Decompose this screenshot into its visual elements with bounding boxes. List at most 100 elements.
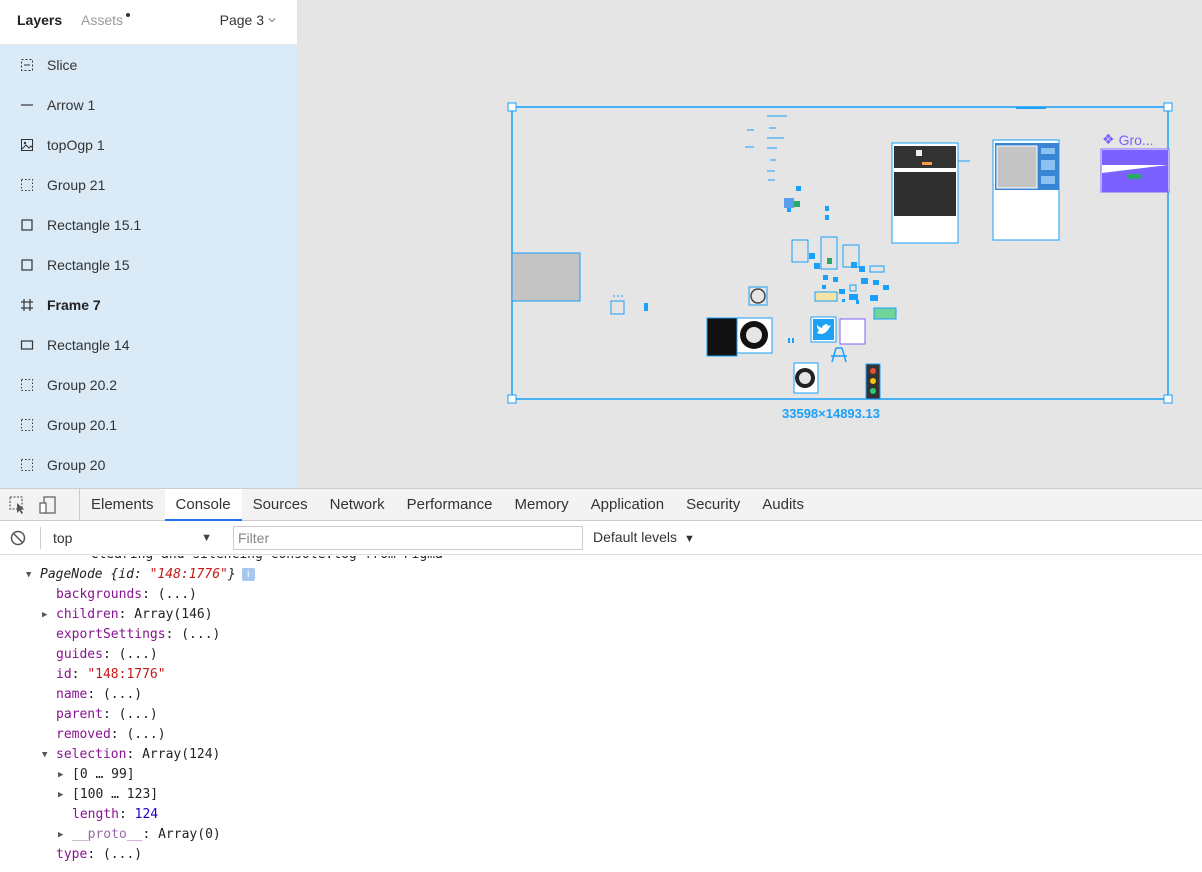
console-filter-input[interactable] [233, 526, 583, 550]
layer-name: Frame 7 [47, 297, 101, 313]
prop-value: (...) [118, 647, 158, 662]
console-property: ▶ [0 … 99] [58, 765, 135, 785]
layer-name: Rectangle 14 [47, 337, 130, 353]
devtools-tab-memory[interactable]: Memory [504, 489, 580, 520]
info-icon[interactable]: i [241, 568, 255, 581]
prop-key: exportSettings [56, 627, 166, 642]
prop-value: (...) [157, 587, 197, 602]
layer-name: Slice [47, 57, 78, 73]
collapsed-triangle-icon[interactable]: ▶ [58, 825, 63, 845]
layer-item[interactable]: Rectangle 15 [0, 245, 297, 285]
devtools-tab-performance[interactable]: Performance [396, 489, 504, 520]
array-range: [100 … 123] [72, 787, 159, 802]
dropdown-arrow-icon: ▼ [201, 532, 212, 544]
layer-name: Group 20.1 [47, 417, 118, 433]
devtools-tab-application[interactable]: Application [580, 489, 675, 520]
prop-value: (...) [126, 727, 166, 742]
console-property: type: (...) [56, 847, 143, 862]
devtools-tab-console[interactable]: Console [164, 489, 242, 521]
layer-item[interactable]: topOgp 1 [0, 125, 297, 165]
console-toolbar: top ▼ Default levels ▼ [0, 521, 1202, 555]
resize-handle-tr [1163, 102, 1173, 112]
devtools-tab-sources[interactable]: Sources [242, 489, 319, 520]
assets-notification-dot [126, 13, 130, 17]
devtools-tab-network[interactable]: Network [319, 489, 396, 520]
array-range: [0 … 99] [72, 767, 135, 782]
expanded-triangle-icon[interactable]: ▼ [42, 745, 47, 765]
console-property: ▼ selection: Array(124) [42, 745, 220, 765]
log-levels-dropdown[interactable]: Default levels ▼ [593, 529, 695, 545]
tab-assets[interactable]: Assets [81, 12, 123, 28]
design-canvas[interactable]: ❖ Gro... 33598×14893.13 [298, 0, 1202, 488]
context-selector[interactable]: top ▼ [40, 527, 218, 549]
prop-key: guides [56, 647, 103, 662]
object-type: PageNode [40, 567, 103, 582]
collapsed-triangle-icon[interactable]: ▶ [58, 765, 63, 785]
component-group-label[interactable]: ❖ Gro... [1102, 131, 1154, 148]
layer-item[interactable]: Group 20.2 [0, 365, 297, 405]
clear-console-icon[interactable] [10, 530, 26, 546]
group-icon [20, 178, 34, 192]
layers-panel: Layers Assets Page 3 Slice Arrow 1 topOgp … [0, 0, 298, 488]
prop-key: parent [56, 707, 103, 722]
group-icon [20, 458, 34, 472]
slice-icon [20, 58, 34, 72]
grey-rectangle [511, 252, 581, 302]
chevron-down-icon [268, 18, 276, 23]
small-square [610, 300, 625, 315]
console-log-line: ------- Clearing and silencing console.l… [28, 556, 505, 565]
expanded-triangle-icon[interactable]: ▼ [26, 565, 31, 585]
devtools-tools [0, 489, 80, 520]
rectangle-icon [20, 218, 34, 232]
prop-key: selection [56, 747, 127, 762]
resize-handle-br [1163, 394, 1173, 404]
layer-item[interactable]: Rectangle 14 [0, 325, 297, 365]
prop-key: children [56, 607, 119, 622]
layer-item[interactable]: Group 21 [0, 165, 297, 205]
console-property: id: "148:1776" [56, 667, 166, 682]
frame-icon [20, 298, 34, 312]
devtools-tab-audits[interactable]: Audits [751, 489, 815, 520]
devtools-tab-elements[interactable]: Elements [80, 489, 165, 520]
prop-key: __proto__ [72, 827, 143, 842]
component-icon: ❖ [1102, 131, 1115, 147]
prop-value: (...) [102, 687, 143, 702]
canvas-artwork [507, 102, 1173, 404]
prop-value: (...) [118, 707, 158, 722]
layer-item[interactable]: Arrow 1 [0, 85, 297, 125]
layer-item[interactable]: Group 20 [0, 445, 297, 485]
devtools-panel: Elements Console Sources Network Performance… [0, 488, 1202, 872]
figma-editor: Layers Assets Page 3 Slice Arrow 1 topOgp … [0, 0, 1202, 488]
collapsed-triangle-icon[interactable]: ▶ [42, 605, 47, 625]
line-icon [20, 98, 34, 112]
devtools-tab-security[interactable]: Security [675, 489, 751, 520]
image-icon [20, 138, 34, 152]
prop-key: name [56, 687, 88, 702]
layer-item[interactable]: Group 20.1 [0, 405, 297, 445]
collapsed-triangle-icon[interactable]: ▶ [58, 785, 63, 805]
layer-name: Group 21 [47, 177, 106, 193]
group-icon [20, 418, 34, 432]
inspect-element-icon[interactable] [8, 495, 28, 515]
object-id-value: "148:1776" [149, 567, 228, 582]
console-property: ▶ __proto__: Array(0) [58, 825, 221, 845]
prop-value: (...) [181, 627, 221, 642]
prop-value: "148:1776" [87, 667, 166, 682]
rectangle-icon [20, 338, 34, 352]
panel-tabs: Layers Assets Page 3 [0, 0, 297, 45]
layer-item[interactable]: Frame 7 [0, 285, 297, 325]
console-output: ------- Clearing and silencing console.l… [0, 556, 1202, 872]
layer-item[interactable]: Slice [0, 45, 297, 85]
layer-name: Group 20.2 [47, 377, 118, 393]
rectangle-icon [20, 258, 34, 272]
layer-list: Slice Arrow 1 topOgp 1 Group 21 Rectangle 15… [0, 45, 297, 488]
prop-value: 124 [134, 807, 159, 822]
context-selector-value: top [53, 530, 73, 546]
layer-item[interactable]: Rectangle 15.1 [0, 205, 297, 245]
page-selector[interactable]: Page 3 [220, 12, 276, 28]
page-selector-label: Page 3 [219, 12, 264, 28]
device-toolbar-icon[interactable] [38, 495, 58, 515]
tab-layers[interactable]: Layers [17, 12, 62, 28]
dropdown-arrow-icon: ▼ [683, 533, 695, 545]
layer-name: Rectangle 15.1 [47, 217, 142, 233]
